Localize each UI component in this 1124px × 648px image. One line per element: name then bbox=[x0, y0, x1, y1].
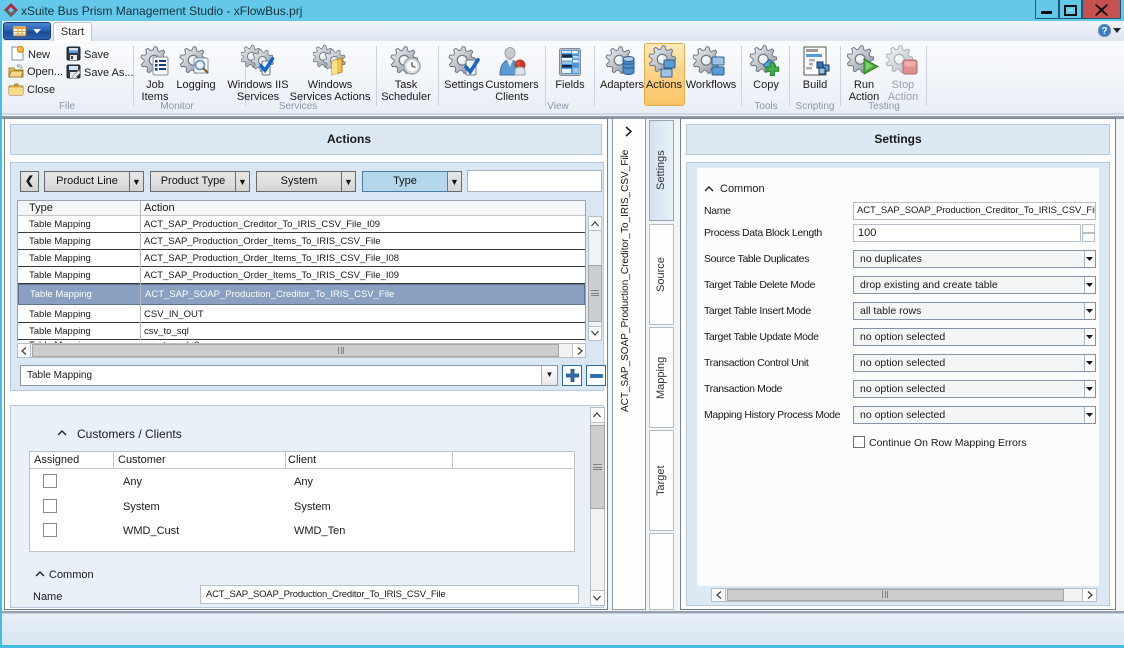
svg-text:?: ? bbox=[1101, 26, 1107, 37]
